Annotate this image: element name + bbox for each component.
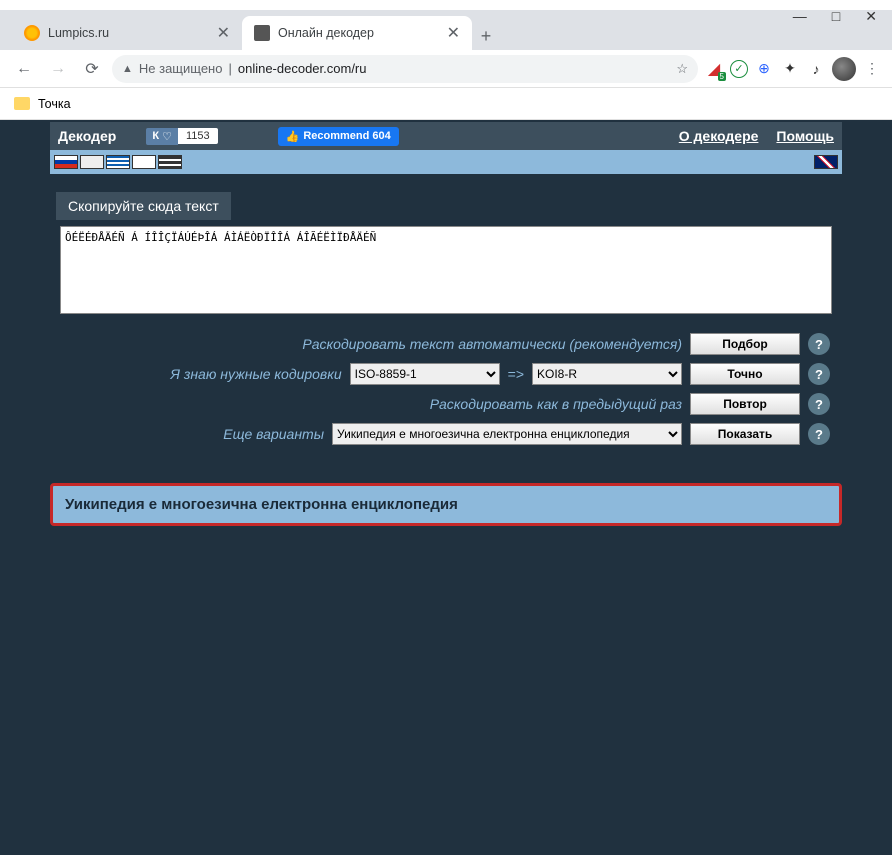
url-text: online-decoder.com/ru xyxy=(238,61,367,76)
help-icon[interactable]: ? xyxy=(808,423,830,445)
url-field[interactable]: ▲ Не защищено | online-decoder.com/ru ☆ xyxy=(112,55,698,83)
variants-select[interactable]: Уикипедия е многоезична електронна енцик… xyxy=(332,423,682,445)
new-tab-button[interactable]: + xyxy=(472,22,500,50)
vk-count: 1153 xyxy=(178,128,218,144)
help-icon[interactable]: ? xyxy=(808,333,830,355)
encoding-to-select[interactable]: KOI8-R xyxy=(532,363,682,385)
star-icon[interactable]: ☆ xyxy=(676,61,688,77)
language-flags xyxy=(50,150,842,174)
bookmarks-bar: Точка xyxy=(0,88,892,120)
auto-decode-button[interactable]: Подбор xyxy=(690,333,800,355)
known-encoding-label: Я знаю нужные кодировки xyxy=(170,366,341,382)
bookmark-item[interactable]: Точка xyxy=(38,97,71,111)
thumb-icon: 👍 xyxy=(286,130,300,143)
more-variants-label: Еще варианты xyxy=(223,426,324,442)
flag-generic[interactable] xyxy=(80,155,104,169)
flag-gr[interactable] xyxy=(106,155,130,169)
result-output: Уикипедия е многоезична електронна енцик… xyxy=(50,483,842,526)
maximize-button[interactable]: □ xyxy=(832,8,840,25)
page-content: Декодер К♡ 1153 👍 Recommend 604 О декоде… xyxy=(0,120,892,855)
back-button[interactable]: ← xyxy=(10,55,38,83)
security-label: Не защищено xyxy=(139,61,223,76)
address-bar: ← → ⟳ ▲ Не защищено | online-decoder.com… xyxy=(0,50,892,88)
close-tab-icon[interactable]: ✕ xyxy=(447,23,460,43)
fb-recommend-widget[interactable]: 👍 Recommend 604 xyxy=(278,127,399,146)
arrow-icon: => xyxy=(508,366,524,382)
minimize-button[interactable]: — xyxy=(793,8,807,25)
repeat-button[interactable]: Повтор xyxy=(690,393,800,415)
exact-button[interactable]: Точно xyxy=(690,363,800,385)
reload-button[interactable]: ⟳ xyxy=(78,55,106,83)
encoding-from-select[interactable]: ISO-8859-1 xyxy=(350,363,500,385)
window-controls: — □ ✕ xyxy=(793,8,877,25)
browser-tab-lumpics[interactable]: Lumpics.ru ✕ xyxy=(12,16,242,50)
forward-button[interactable]: → xyxy=(44,55,72,83)
flag-ru[interactable] xyxy=(54,155,78,169)
close-tab-icon[interactable]: ✕ xyxy=(217,23,230,43)
separator: | xyxy=(228,61,231,76)
previous-decode-label: Раскодировать как в предыдущий раз xyxy=(430,396,682,412)
folder-icon xyxy=(14,97,30,110)
help-icon[interactable]: ? xyxy=(808,363,830,385)
show-button[interactable]: Показать xyxy=(690,423,800,445)
extension-music-icon[interactable]: ♪ xyxy=(806,59,826,79)
extension-check-icon[interactable]: ✓ xyxy=(730,60,748,78)
browser-tab-decoder[interactable]: Онлайн декодер ✕ xyxy=(242,16,472,50)
browser-tab-bar: Lumpics.ru ✕ Онлайн декодер ✕ + xyxy=(0,10,892,50)
extensions-puzzle-icon[interactable]: ✦ xyxy=(780,59,800,79)
tab-title: Онлайн декодер xyxy=(278,26,374,40)
extension-badge-icon[interactable]: ◢5 xyxy=(704,59,724,79)
about-link[interactable]: О декодере xyxy=(679,128,759,144)
flag-uk[interactable] xyxy=(814,155,838,169)
close-window-button[interactable]: ✕ xyxy=(865,8,877,25)
flag-stripes[interactable] xyxy=(158,155,182,169)
tab-title: Lumpics.ru xyxy=(48,26,109,40)
app-header: Декодер К♡ 1153 👍 Recommend 604 О декоде… xyxy=(50,122,842,150)
input-textarea[interactable] xyxy=(60,226,832,314)
help-link[interactable]: Помощь xyxy=(776,128,834,144)
extension-globe-icon[interactable]: ⊕ xyxy=(754,59,774,79)
profile-avatar[interactable] xyxy=(832,57,856,81)
browser-menu-icon[interactable]: ⋮ xyxy=(862,59,882,79)
favicon-lumpics xyxy=(24,25,40,41)
section-label: Скопируйте сюда текст xyxy=(56,192,231,220)
security-warn-icon: ▲ xyxy=(122,63,133,75)
favicon-decoder xyxy=(254,25,270,41)
options-panel: Раскодировать текст автоматически (реком… xyxy=(50,329,842,465)
help-icon[interactable]: ? xyxy=(808,393,830,415)
flag-il[interactable] xyxy=(132,155,156,169)
auto-decode-label: Раскодировать текст автоматически (реком… xyxy=(302,336,682,352)
vk-like-widget[interactable]: К♡ 1153 xyxy=(146,128,217,145)
app-title: Декодер xyxy=(58,128,116,144)
